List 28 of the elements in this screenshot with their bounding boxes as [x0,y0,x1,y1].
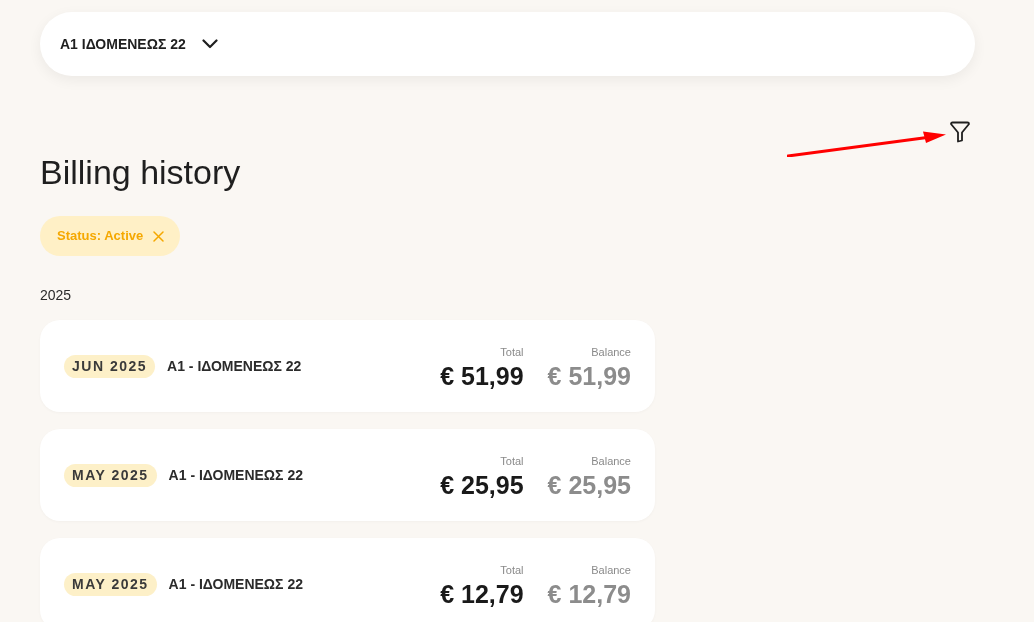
balance-amount: € 25,95 [547,469,631,500]
total-amount: € 12,79 [440,578,524,609]
bill-card[interactable]: MAY 2025 A1 - ΙΔΟΜΕΝΕΩΣ 22 Total € 25,95 Balance € 25,95 [40,429,655,521]
total-label: Total [500,563,524,577]
filter-icon[interactable] [949,121,971,143]
balance-amount: € 51,99 [547,360,631,391]
year-heading: 2025 [40,286,72,305]
period-badge: MAY 2025 [64,572,157,596]
account-selector[interactable]: A1 ΙΔΟΜΕΝΕΩΣ 22 [40,12,975,76]
bill-card[interactable]: MAY 2025 A1 - ΙΔΟΜΕΝΕΩΣ 22 Total € 12,79 Balance € 12,79 [40,538,655,622]
bill-card[interactable]: JUN 2025 A1 - ΙΔΟΜΕΝΕΩΣ 22 Total € 51,99 Balance € 51,99 [40,320,655,412]
filter-chip-label: Status: Active [57,227,144,246]
account-name: A1 - ΙΔΟΜΕΝΕΩΣ 22 [168,574,303,594]
chevron-down-icon [201,39,218,49]
balance-label: Balance [591,345,631,359]
period-badge: MAY 2025 [64,463,157,487]
total-label: Total [500,345,524,359]
total-amount: € 51,99 [440,360,524,391]
balance-label: Balance [591,454,631,468]
total-label: Total [500,454,524,468]
account-selector-value: A1 ΙΔΟΜΕΝΕΩΣ 22 [60,34,186,54]
account-name: A1 - ΙΔΟΜΕΝΕΩΣ 22 [168,465,303,485]
page-title: Billing history [40,152,241,193]
total-amount: € 25,95 [440,469,524,500]
balance-label: Balance [591,563,631,577]
balance-amount: € 12,79 [547,578,631,609]
account-name: A1 - ΙΔΟΜΕΝΕΩΣ 22 [167,356,302,376]
period-badge: JUN 2025 [64,354,156,378]
